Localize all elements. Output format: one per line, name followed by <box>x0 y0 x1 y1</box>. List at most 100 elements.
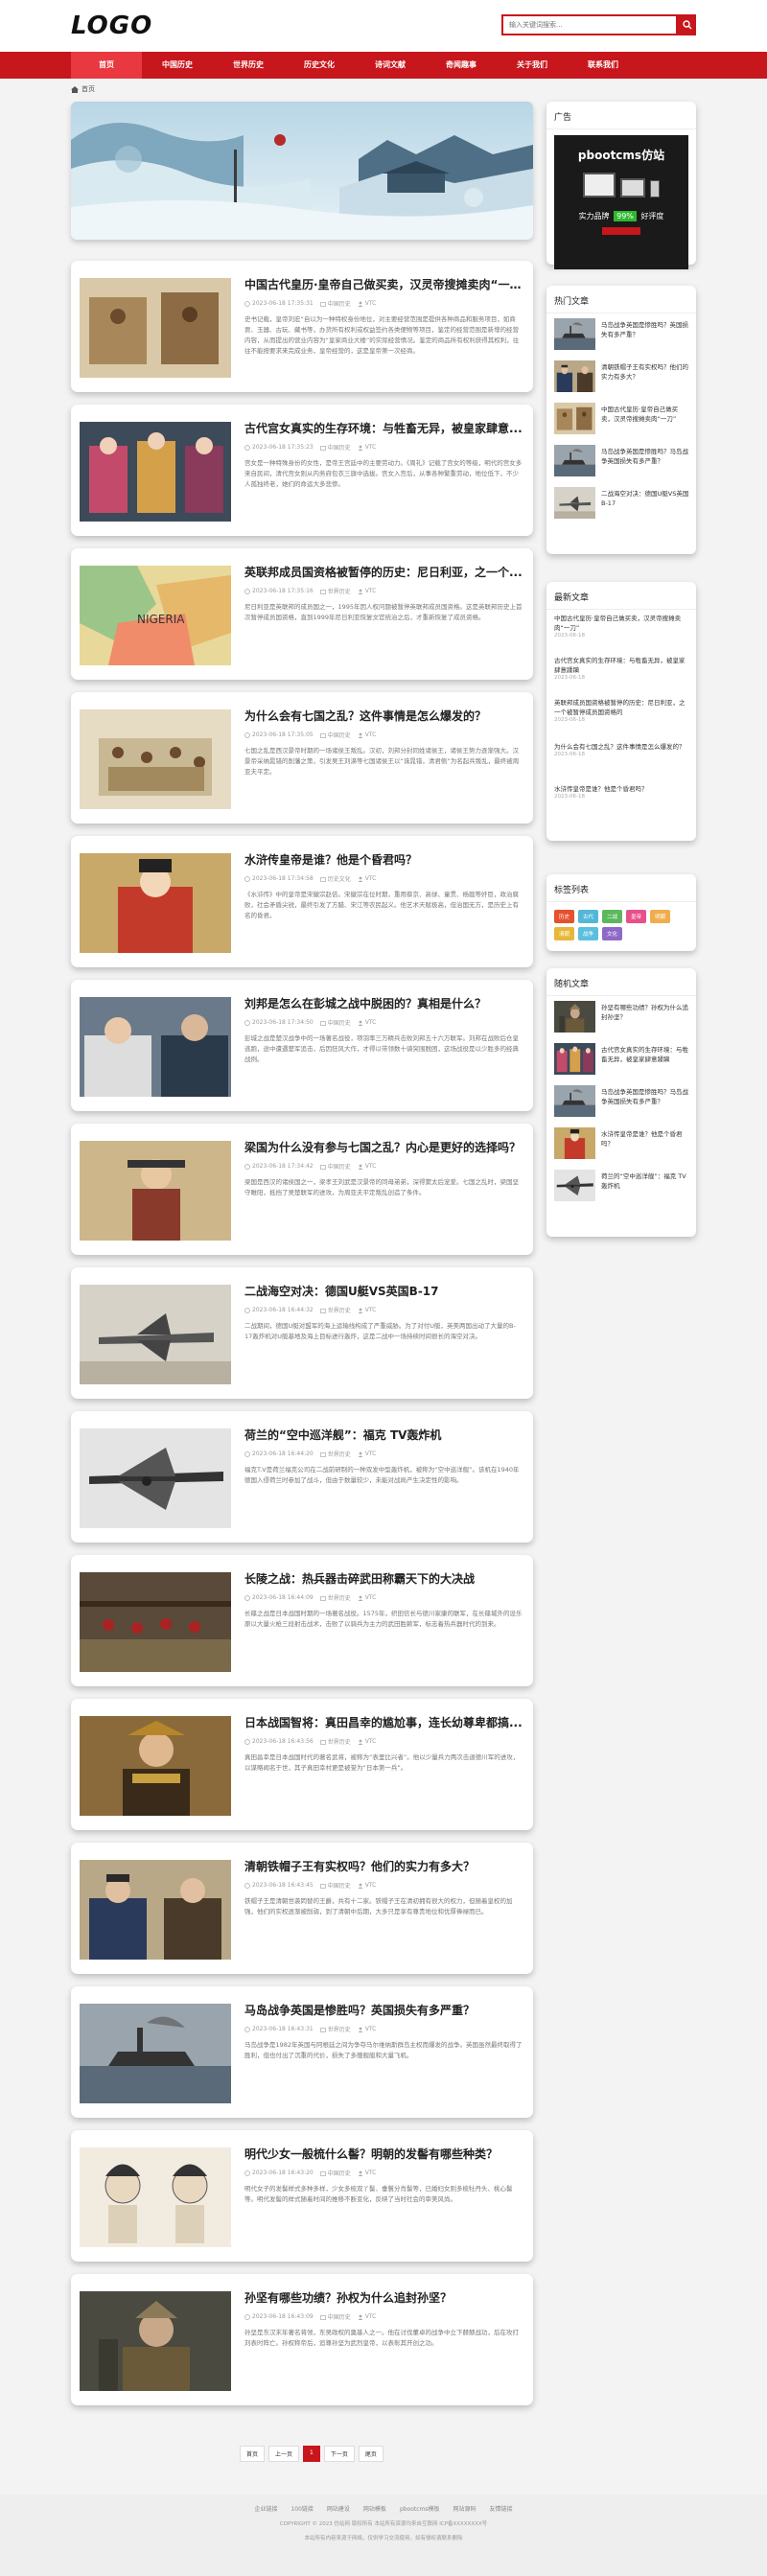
nav-item-home[interactable]: 首页 <box>71 52 142 79</box>
article-title[interactable]: 中国古代皇历·皇帝自己做买卖，汉灵帝搜摊卖肉“一刀... <box>244 276 523 292</box>
nav-item-anecdotes[interactable]: 奇闻趣事 <box>426 52 497 79</box>
article-category[interactable]: 历史文化 <box>319 874 351 883</box>
article-card[interactable]: 中国古代皇历·皇帝自己做买卖，汉灵帝搜摊卖肉“一刀... 2023-06-18 1… <box>71 261 533 392</box>
article-card[interactable]: 孙坚有哪些功绩？孙权为什么追封孙坚？ 2023-06-18 16:43:09 中国历… <box>71 2274 533 2405</box>
article-card[interactable]: NIGERIA 英联邦成员国资格被暂停的历史：尼日利亚，之一个... 2023-06… <box>71 548 533 680</box>
article-category[interactable]: 中国历史 <box>319 443 351 452</box>
random-article-item[interactable]: 马岛战争英国是惨胜吗？马岛战争英国损失有多严重？ <box>546 1080 696 1123</box>
article-category[interactable]: 中国历史 <box>319 2312 351 2321</box>
article-thumbnail[interactable] <box>80 1428 231 1528</box>
latest-article-item[interactable]: 中国古代皇历·皇帝自己做买卖，汉灵帝搜摊卖肉“一刀” 2023-06-18 <box>546 610 696 652</box>
article-category[interactable]: 世界历史 <box>319 587 351 595</box>
tag-item[interactable]: 皇帝 <box>626 910 647 923</box>
article-thumbnail[interactable] <box>80 1572 231 1672</box>
article-title[interactable]: 古代宫女真实的生存环境：与牲畜无异，被皇家肆意... <box>244 420 523 436</box>
latest-article-item[interactable]: 英联邦成员国资格被暂停的历史：尼日利亚，之一个被暂停成员国资格的 2023-06-… <box>546 694 696 738</box>
article-thumbnail[interactable] <box>80 1716 231 1816</box>
article-card[interactable]: 荷兰的“空中巡洋舰”：福克 TV轰炸机 2023-06-18 16:44:20 世界… <box>71 1411 533 1543</box>
article-card[interactable]: 古代宫女真实的生存环境：与牲畜无异，被皇家肆意... 2023-06-18 17:… <box>71 405 533 536</box>
hero-banner[interactable] <box>71 102 533 240</box>
random-article-thumbnail[interactable] <box>554 1085 595 1117</box>
tag-item[interactable]: 古代 <box>578 910 599 923</box>
random-article-thumbnail[interactable] <box>554 1043 595 1075</box>
article-category[interactable]: 中国历史 <box>319 1018 351 1027</box>
article-thumbnail[interactable] <box>80 2147 231 2247</box>
article-title[interactable]: 清朝铁帽子王有实权吗？他们的实力有多大？ <box>244 1858 523 1874</box>
article-title[interactable]: 刘邦是怎么在彭城之战中脱困的？真相是什么？ <box>244 995 523 1011</box>
article-category[interactable]: 世界历史 <box>319 1737 351 1746</box>
hot-article-item[interactable]: 马岛战争英国是惨胜吗？英国损失有多严重？ <box>546 313 696 356</box>
article-title[interactable]: 马岛战争英国是惨胜吗？英国损失有多严重？ <box>244 2002 523 2018</box>
tag-item[interactable]: 战争 <box>578 927 599 940</box>
random-article-item[interactable]: 孙坚有哪些功绩？孙权为什么追封孙坚？ <box>546 996 696 1038</box>
footer-link[interactable]: 100链接 <box>291 2504 313 2513</box>
article-thumbnail[interactable]: NIGERIA <box>80 566 231 665</box>
article-card[interactable]: 清朝铁帽子王有实权吗？他们的实力有多大？ 2023-06-18 16:43:45 中… <box>71 1843 533 1974</box>
article-card[interactable]: 为什么会有七国之乱？这件事情是怎么爆发的？ 2023-06-18 17:35:05… <box>71 692 533 824</box>
tag-item[interactable]: 二战 <box>602 910 623 923</box>
article-thumbnail[interactable] <box>80 1285 231 1384</box>
footer-link[interactable]: 企业链接 <box>254 2504 277 2513</box>
random-article-title[interactable]: 荷兰的“空中巡洋舰”：福克 TV轰炸机 <box>601 1172 689 1200</box>
footer-link[interactable]: 友情链接 <box>490 2504 513 2513</box>
article-thumbnail[interactable] <box>80 2004 231 2103</box>
footer-link[interactable]: 网站源码 <box>453 2504 476 2513</box>
article-thumbnail[interactable] <box>80 278 231 378</box>
article-title[interactable]: 二战海空对决：德国U艇VS英国B-17 <box>244 1283 523 1299</box>
article-category[interactable]: 中国历史 <box>319 2169 351 2177</box>
page-current[interactable]: 1 <box>303 2446 320 2462</box>
random-article-title[interactable]: 古代宫女真实的生存环境：与牲畜无异，被皇家肆意蹂躏 <box>601 1045 689 1074</box>
random-article-title[interactable]: 孙坚有哪些功绩？孙权为什么追封孙坚？ <box>601 1003 689 1032</box>
article-title[interactable]: 梁国为什么没有参与七国之乱？内心是更好的选择吗？ <box>244 1139 523 1155</box>
article-thumbnail[interactable] <box>80 2291 231 2391</box>
footer-link[interactable]: pbootcms模板 <box>400 2504 440 2513</box>
footer-link[interactable]: 网站建设 <box>327 2504 350 2513</box>
ad-banner[interactable]: pbootcms仿站 实力品牌 99% 好评度 <box>554 135 688 269</box>
random-article-thumbnail[interactable] <box>554 1170 595 1201</box>
nav-item-world-history[interactable]: 世界历史 <box>213 52 284 79</box>
article-category[interactable]: 世界历史 <box>319 1306 351 1314</box>
article-title[interactable]: 明代少女一般梳什么髻？明朝的发髻有哪些种类？ <box>244 2146 523 2162</box>
article-thumbnail[interactable] <box>80 709 231 809</box>
latest-article-item[interactable]: 古代宫女真实的生存环境：与牲畜无异，被皇家肆意蹂躏 2023-06-18 <box>546 652 696 694</box>
article-title[interactable]: 荷兰的“空中巡洋舰”：福克 TV轰炸机 <box>244 1427 523 1443</box>
article-thumbnail[interactable] <box>80 422 231 522</box>
nav-item-culture[interactable]: 历史文化 <box>284 52 355 79</box>
article-thumbnail[interactable] <box>80 1860 231 1960</box>
article-card[interactable]: 梁国为什么没有参与七国之乱？内心是更好的选择吗？ 2023-06-18 17:34… <box>71 1124 533 1255</box>
nav-item-contact[interactable]: 联系我们 <box>568 52 639 79</box>
site-logo[interactable]: LOGO <box>71 12 152 40</box>
search-button[interactable] <box>678 14 696 35</box>
article-category[interactable]: 世界历史 <box>319 1593 351 1602</box>
hot-article-thumbnail[interactable] <box>554 318 595 350</box>
random-article-item[interactable]: 水浒传皇帝是谁？他是个昏君吗？ <box>546 1123 696 1165</box>
article-card[interactable]: 马岛战争英国是惨胜吗？英国损失有多严重？ 2023-06-18 16:43:31 世… <box>71 1986 533 2118</box>
random-article-item[interactable]: 荷兰的“空中巡洋舰”：福克 TV轰炸机 <box>546 1165 696 1207</box>
article-category[interactable]: 中国历史 <box>319 1881 351 1890</box>
tag-item[interactable]: 明朝 <box>650 910 671 923</box>
hot-article-title[interactable]: 马岛战争英国是惨胜吗？马岛战争英国损失有多严重？ <box>601 447 689 476</box>
article-title[interactable]: 为什么会有七国之乱？这件事情是怎么爆发的？ <box>244 708 523 724</box>
article-title[interactable]: 长陵之战：热兵器击碎武田称霸天下的大决战 <box>244 1570 523 1587</box>
article-card[interactable]: 长陵之战：热兵器击碎武田称霸天下的大决战 2023-06-18 16:44:09 世… <box>71 1555 533 1686</box>
latest-article-title[interactable]: 为什么会有七国之乱？这件事情是怎么爆发的？ <box>554 738 688 752</box>
page-prev[interactable]: 上一页 <box>268 2446 300 2462</box>
hot-article-item[interactable]: 中国古代皇历·皇帝自己做买卖，汉灵帝搜摊卖肉“一刀” <box>546 398 696 440</box>
latest-article-title[interactable]: 中国古代皇历·皇帝自己做买卖，汉灵帝搜摊卖肉“一刀” <box>554 610 688 633</box>
hot-article-item[interactable]: 二战海空对决：德国U艇VS英国B-17 <box>546 482 696 524</box>
article-category[interactable]: 世界历史 <box>319 2025 351 2033</box>
random-article-title[interactable]: 水浒传皇帝是谁？他是个昏君吗？ <box>601 1129 689 1158</box>
article-title[interactable]: 日本战国智将：真田昌幸的尴尬事，连长幼尊卑都搞... <box>244 1714 523 1730</box>
random-article-title[interactable]: 马岛战争英国是惨胜吗？马岛战争英国损失有多严重？ <box>601 1087 689 1116</box>
latest-article-title[interactable]: 古代宫女真实的生存环境：与牲畜无异，被皇家肆意蹂躏 <box>554 652 688 675</box>
nav-item-poetry[interactable]: 诗词文献 <box>355 52 426 79</box>
article-thumbnail[interactable] <box>80 997 231 1097</box>
article-title[interactable]: 英联邦成员国资格被暂停的历史：尼日利亚，之一个... <box>244 564 523 580</box>
hot-article-title[interactable]: 二战海空对决：德国U艇VS英国B-17 <box>601 489 689 518</box>
hot-article-thumbnail[interactable] <box>554 445 595 476</box>
page-first[interactable]: 首页 <box>240 2446 266 2462</box>
hot-article-thumbnail[interactable] <box>554 487 595 519</box>
hot-article-item[interactable]: 马岛战争英国是惨胜吗？马岛战争英国损失有多严重？ <box>546 440 696 482</box>
search-input[interactable] <box>501 14 678 35</box>
nav-item-about[interactable]: 关于我们 <box>497 52 568 79</box>
